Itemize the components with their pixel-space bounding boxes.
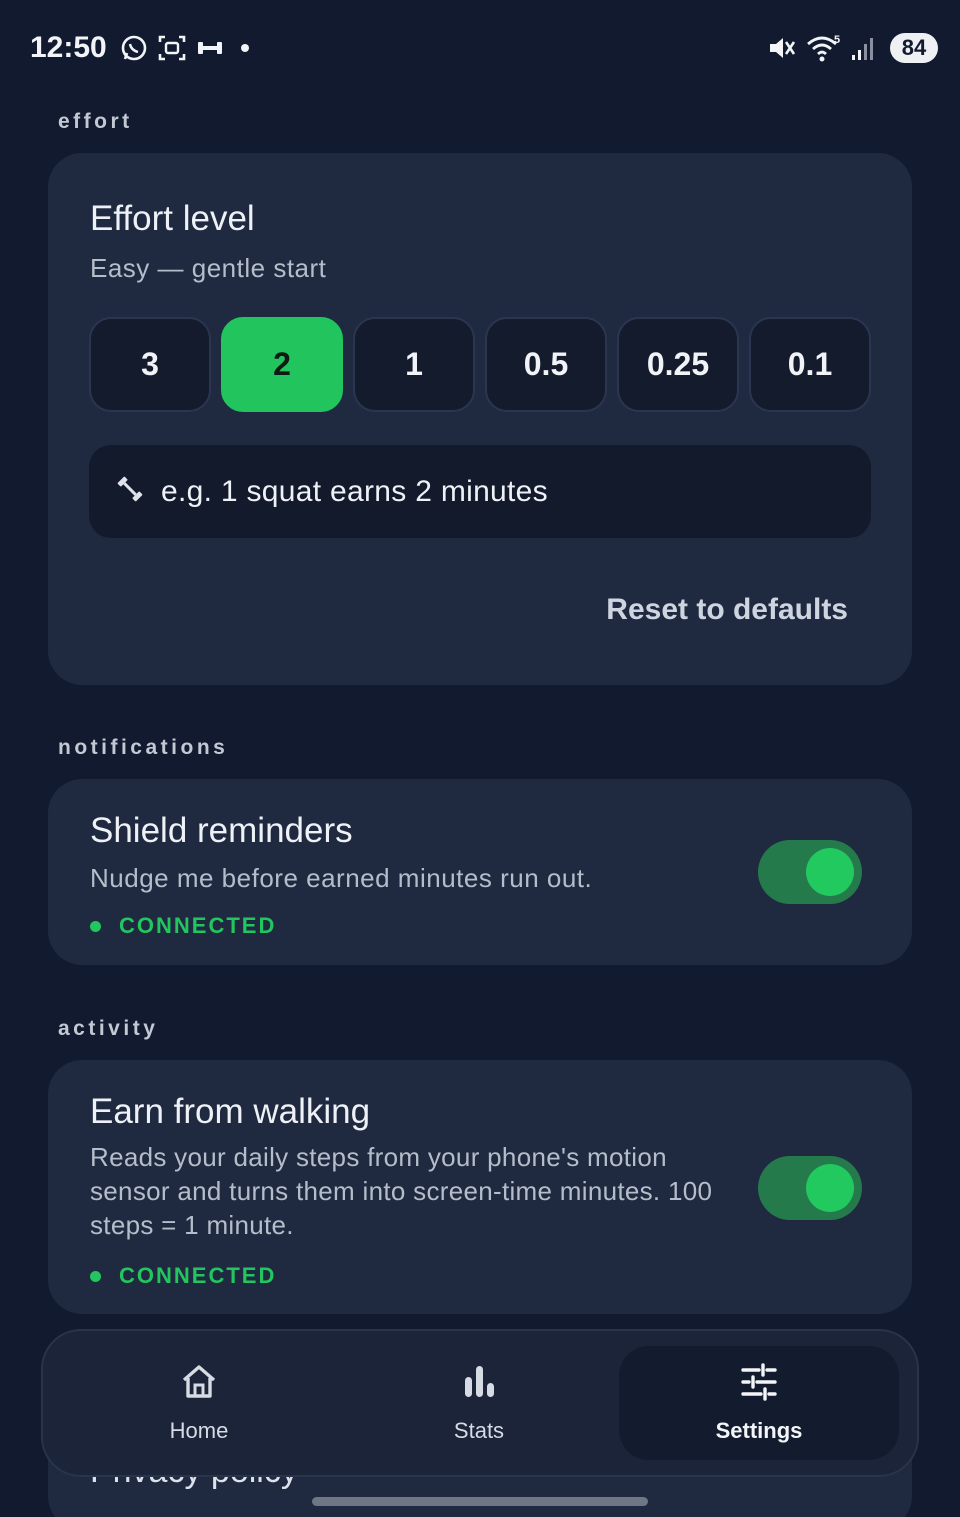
- status-right: 5 84: [766, 33, 938, 63]
- section-header-activity: activity: [58, 1017, 159, 1040]
- effort-option-0-5[interactable]: 0.5: [485, 317, 607, 412]
- status-time: 12:50: [30, 31, 107, 64]
- bottom-navigation: Home Stats Settings: [41, 1329, 919, 1477]
- wifi-icon: 5: [806, 33, 842, 63]
- battery-indicator: 84: [890, 33, 938, 63]
- notification-dot-icon: [240, 44, 249, 52]
- toggle-knob: [806, 1164, 854, 1212]
- effort-card: Effort level Easy — gentle start 3 2 1 0…: [48, 153, 912, 685]
- effort-title: Effort level: [90, 199, 255, 238]
- walking-description: Reads your daily steps from your phone's…: [90, 1142, 713, 1240]
- walking-status-text: CONNECTED: [119, 1263, 277, 1288]
- nav-stats-label: Stats: [453, 1417, 505, 1443]
- effort-option-0-25[interactable]: 0.25: [617, 317, 739, 412]
- effort-options: 3 2 1 0.5 0.25 0.1: [89, 317, 881, 412]
- effort-example-box: e.g. 1 squat earns 2 minutes: [89, 445, 871, 538]
- shield-title: Shield reminders: [90, 811, 353, 850]
- section-header-effort: effort: [58, 110, 133, 133]
- effort-option-2[interactable]: 2: [221, 317, 343, 412]
- effort-option-0-1[interactable]: 0.1: [749, 317, 871, 412]
- section-header-notifications: notifications: [58, 736, 229, 759]
- nav-home[interactable]: Home: [59, 1346, 339, 1460]
- sliders-icon: [739, 1362, 779, 1406]
- status-dot: [90, 1270, 101, 1282]
- effort-option-1[interactable]: 1: [353, 317, 475, 412]
- dumbbell-icon: [115, 474, 145, 509]
- signal-icon: [850, 33, 876, 63]
- earn-walking-toggle[interactable]: [758, 1156, 862, 1220]
- dumbbell-icon: [195, 33, 225, 63]
- home-indicator[interactable]: [312, 1497, 648, 1506]
- effort-subtitle: Easy — gentle start: [90, 253, 327, 283]
- walking-status: CONNECTED: [90, 1263, 276, 1289]
- bar-chart-icon: [459, 1363, 499, 1406]
- status-left: 12:50: [30, 31, 249, 65]
- wifi-badge: 5: [834, 34, 840, 46]
- status-dot: [90, 920, 101, 932]
- settings-screen: 12:50 5 84 effort Effort level Easy — ge…: [0, 0, 960, 1517]
- toggle-knob: [806, 848, 854, 896]
- earn-walking-card: Earn from walking Reads your daily steps…: [48, 1060, 912, 1314]
- whatsapp-icon: [119, 33, 149, 63]
- nav-stats[interactable]: Stats: [339, 1346, 619, 1460]
- walking-title: Earn from walking: [90, 1092, 371, 1131]
- nav-settings[interactable]: Settings: [619, 1346, 899, 1460]
- home-icon: [179, 1363, 219, 1406]
- shield-status: CONNECTED: [90, 913, 276, 939]
- status-bar: 12:50 5 84: [0, 0, 960, 96]
- shield-reminders-toggle[interactable]: [758, 840, 862, 904]
- effort-example-text: e.g. 1 squat earns 2 minutes: [161, 474, 548, 508]
- effort-option-3[interactable]: 3: [89, 317, 211, 412]
- shield-reminders-card: Shield reminders Nudge me before earned …: [48, 779, 912, 965]
- shield-status-text: CONNECTED: [119, 913, 277, 938]
- screenshot-icon: [157, 33, 187, 63]
- nav-home-label: Home: [169, 1417, 229, 1443]
- shield-description: Nudge me before earned minutes run out.: [90, 863, 593, 893]
- mute-icon: [766, 33, 798, 63]
- nav-settings-label: Settings: [715, 1417, 803, 1443]
- reset-defaults-button[interactable]: Reset to defaults: [606, 593, 848, 627]
